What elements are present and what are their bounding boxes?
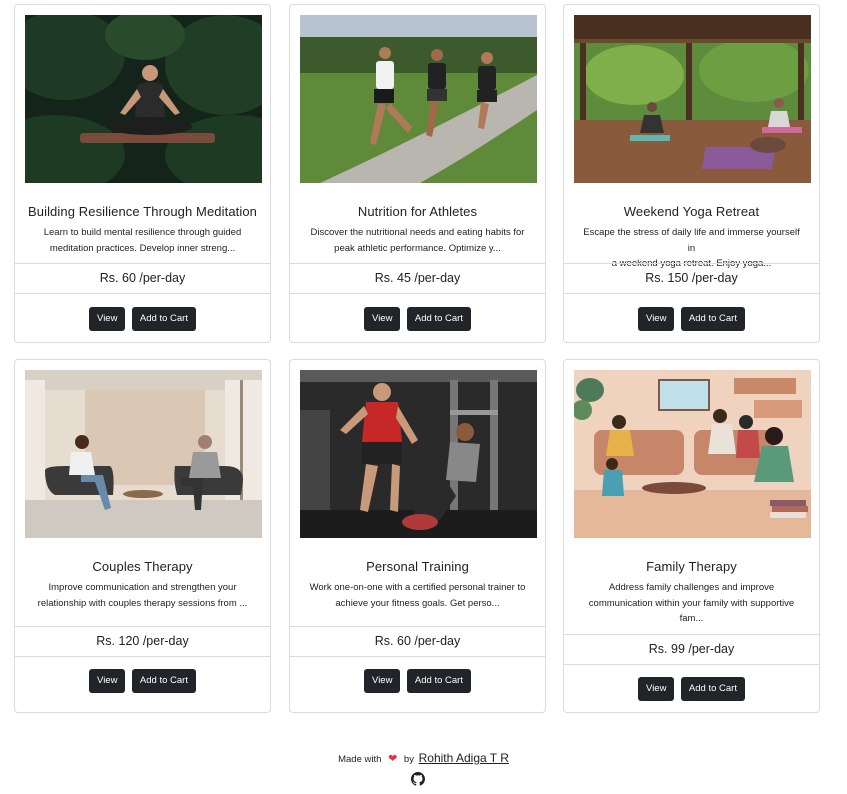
product-price: Rs. 150 /per-day [564, 263, 819, 294]
add-to-cart-button[interactable]: Add to Cart [131, 307, 196, 331]
footer: Made with ❤ by Rohith Adiga T R [0, 751, 847, 765]
github-icon[interactable] [411, 772, 425, 786]
product-title: Weekend Yoga Retreat [623, 204, 760, 219]
add-to-cart-button[interactable]: Add to Cart [680, 307, 745, 331]
product-title: Family Therapy [646, 559, 737, 574]
product-actions: View Add to Cart [564, 307, 819, 331]
author-link[interactable]: Rohith Adiga T R [419, 751, 509, 765]
product-title: Building Resilience Through Meditation [27, 204, 258, 219]
view-button[interactable]: View [364, 669, 401, 693]
product-image-family-therapy [574, 370, 811, 538]
product-description: Learn to build mental resilience through… [43, 227, 242, 254]
product-image-athletes [300, 15, 537, 183]
add-to-cart-button[interactable]: Add to Cart [680, 677, 745, 701]
made-with-text: Made with [338, 754, 382, 765]
view-button[interactable]: View [89, 307, 126, 331]
product-card: Nutrition for Athletes Discover the nutr… [289, 4, 546, 343]
product-actions: View Add to Cart [290, 307, 545, 331]
product-image-personal-training [300, 370, 537, 538]
add-to-cart-button[interactable]: Add to Cart [406, 307, 471, 331]
add-to-cart-button[interactable]: Add to Cart [406, 669, 471, 693]
product-card: Building Resilience Through Meditation L… [14, 4, 271, 343]
view-button[interactable]: View [89, 669, 126, 693]
product-price: Rs. 60 /per-day [15, 263, 270, 294]
product-price: Rs. 60 /per-day [290, 626, 545, 657]
product-image-couples-therapy [25, 370, 262, 538]
product-actions: View Add to Cart [15, 307, 270, 331]
view-button[interactable]: View [638, 677, 675, 701]
product-description: Work one-on-one with a certified persona… [309, 582, 526, 609]
product-price: Rs. 120 /per-day [15, 626, 270, 657]
by-text: by [403, 754, 414, 765]
heart-icon: ❤ [388, 753, 398, 765]
view-button[interactable]: View [364, 307, 401, 331]
add-to-cart-button[interactable]: Add to Cart [131, 669, 196, 693]
product-actions: View Add to Cart [290, 669, 545, 693]
product-image-meditation [25, 15, 262, 183]
product-actions: View Add to Cart [15, 669, 270, 693]
product-title: Nutrition for Athletes [357, 204, 478, 219]
product-price: Rs. 45 /per-day [290, 263, 545, 294]
view-button[interactable]: View [638, 307, 675, 331]
product-title: Couples Therapy [92, 559, 193, 574]
product-title: Personal Training [366, 559, 469, 574]
product-description: Address family challenges and improve co… [588, 582, 795, 624]
product-card: Couples Therapy Improve communication an… [14, 359, 271, 713]
product-card: Personal Training Work one-on-one with a… [289, 359, 546, 713]
product-card: Weekend Yoga Retreat Escape the stress o… [563, 4, 820, 343]
product-description: Improve communication and strengthen you… [37, 582, 248, 609]
product-description: Discover the nutritional needs and eatin… [310, 227, 525, 254]
product-price: Rs. 99 /per-day [564, 634, 819, 665]
product-actions: View Add to Cart [564, 677, 819, 701]
product-image-yoga-retreat [574, 15, 811, 183]
product-card: Family Therapy Address family challenges… [563, 359, 820, 713]
